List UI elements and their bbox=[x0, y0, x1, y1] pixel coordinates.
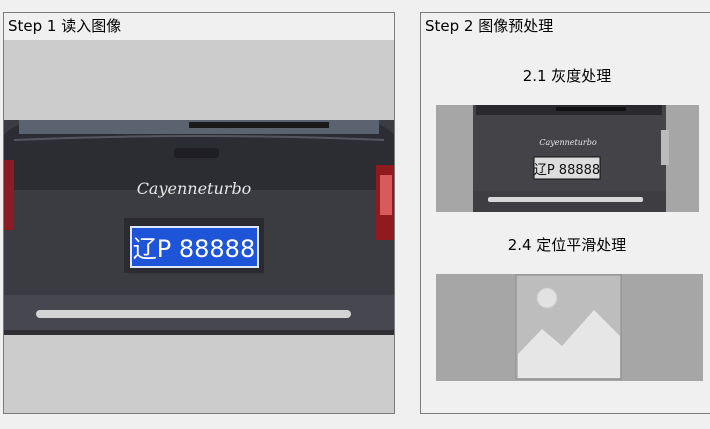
gray-plate-text: 辽P 88888 bbox=[534, 163, 600, 178]
step1-panel: Step 1 读入图像 Cayenneturbo 辽P 88888 bbox=[3, 12, 395, 414]
car-rear-image: Cayenneturbo 辽P 88888 bbox=[4, 120, 394, 335]
step1-image-area: Cayenneturbo 辽P 88888 bbox=[4, 40, 394, 413]
step2-title: Step 2 图像预处理 bbox=[421, 13, 710, 39]
locate-section-title: 2.4 定位平滑处理 bbox=[507, 236, 627, 254]
gray-section-title: 2.1 灰度处理 bbox=[522, 67, 612, 85]
license-plate-text: 辽P 88888 bbox=[133, 235, 255, 263]
car-badge-text: Cayenneturbo bbox=[137, 179, 252, 198]
gray-car-image: Cayenneturbo 辽P 88888 bbox=[473, 105, 669, 212]
locate-image-box bbox=[436, 274, 703, 381]
step2-panel: Step 2 图像预处理 2.1 灰度处理 Cayenneturbo 辽P 88… bbox=[420, 12, 710, 414]
gray-image-box: Cayenneturbo 辽P 88888 bbox=[436, 105, 699, 212]
gray-badge-text: Cayenneturbo bbox=[539, 138, 596, 147]
image-placeholder-icon bbox=[515, 274, 622, 380]
step1-title: Step 1 读入图像 bbox=[4, 13, 394, 39]
